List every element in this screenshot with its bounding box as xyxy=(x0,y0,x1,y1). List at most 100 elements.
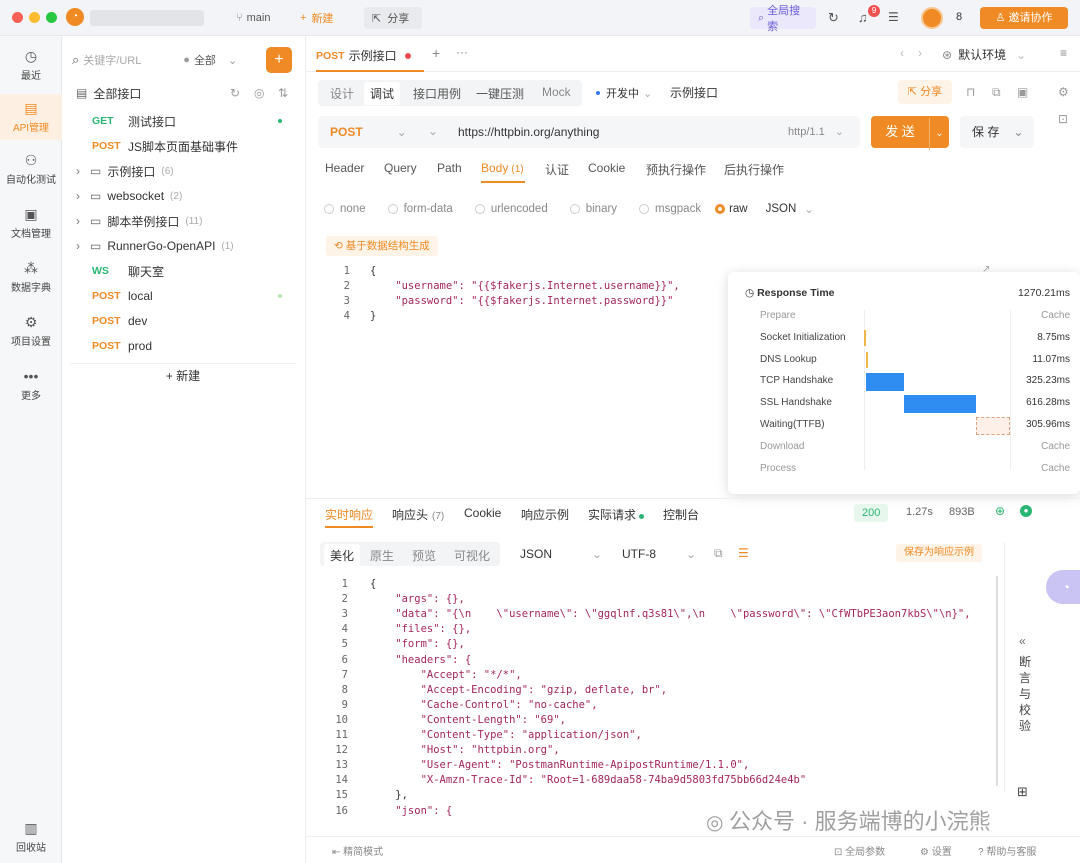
global-search-button[interactable]: ⌕ 全局搜索 xyxy=(750,5,816,33)
globe-icon[interactable]: ⊕ xyxy=(995,504,1005,518)
environment-settings-icon[interactable]: ≡ xyxy=(1060,46,1067,60)
resp-code-line[interactable]: "form": {}, xyxy=(370,638,465,650)
search-input[interactable]: 关键字/URL xyxy=(83,52,183,68)
assistant-float-button[interactable]: ◔ xyxy=(1046,570,1080,604)
radio-msgpack[interactable] xyxy=(639,204,650,214)
resp-tab-actual-request[interactable]: 实际请求 xyxy=(588,506,645,523)
radio-form-data[interactable] xyxy=(387,204,398,214)
subtab-stress[interactable]: 一键压测 xyxy=(476,85,524,102)
resp-code-line[interactable]: "args": {}, xyxy=(370,593,465,605)
tree-folder-scripts[interactable]: › ▭ 脚本举例接口 (11) xyxy=(76,209,316,233)
nav-api-management[interactable]: ▤ API管理 xyxy=(0,94,62,140)
encoding-select[interactable]: UTF-8 ⌄ xyxy=(622,547,696,561)
layout-icon[interactable]: ⊞ xyxy=(1017,784,1028,800)
method-select[interactable]: POST ⌄ xyxy=(318,116,412,148)
subtab-mock[interactable]: Mock xyxy=(542,85,571,99)
resp-code-line[interactable]: "X-Amzn-Trace-Id": "Root=1-689daa58-74ba… xyxy=(370,774,807,786)
radio-urlencoded[interactable] xyxy=(474,204,485,214)
send-button[interactable]: 发 送 ⌄ xyxy=(871,116,949,150)
save-button[interactable]: 保 存 ⌄ xyxy=(960,116,1034,148)
tree-item-ws-chat[interactable]: WS 聊天室 xyxy=(92,259,332,283)
view-visual[interactable]: 可视化 xyxy=(454,547,490,564)
view-preview[interactable]: 预览 xyxy=(412,547,436,564)
resp-tab-headers[interactable]: 响应头 (7) xyxy=(392,506,444,523)
nav-recent[interactable]: ◷ 最近 xyxy=(0,46,62,86)
share-tab-button[interactable]: ⇱ 分享 xyxy=(364,7,422,29)
view-raw[interactable]: 原生 xyxy=(370,547,394,564)
req-code-line[interactable]: { xyxy=(370,265,376,277)
api-name-title[interactable]: 示例接口 xyxy=(670,84,718,101)
tree-item-get-test[interactable]: GET 测试接口 xyxy=(92,109,332,133)
message-icon[interactable]: ☰ xyxy=(888,10,899,24)
invite-button[interactable]: ♙ 邀请协作 xyxy=(980,7,1068,29)
add-api-button[interactable]: + xyxy=(266,47,292,73)
view-pretty[interactable]: 美化 xyxy=(324,544,361,567)
nav-trash[interactable]: ▥ 回收站 xyxy=(0,820,62,860)
radio-binary[interactable] xyxy=(569,204,580,214)
avatar[interactable] xyxy=(921,7,943,29)
resp-tab-console[interactable]: 控制台 xyxy=(663,506,699,523)
resp-tab-cookie[interactable]: Cookie xyxy=(464,506,501,520)
close-window-button[interactable] xyxy=(12,12,23,23)
sort-icon[interactable]: ⇅ xyxy=(278,86,288,100)
editor-scrollbar[interactable] xyxy=(996,576,998,786)
nav-more[interactable]: ••• 更多 xyxy=(0,368,62,408)
resp-tab-example[interactable]: 响应示例 xyxy=(521,506,569,523)
tree-root[interactable]: ▤ 全部接口 ↻ ◎ ⇅ xyxy=(76,81,316,105)
tree-item-post-dev[interactable]: POST dev xyxy=(92,309,332,333)
resp-code-line[interactable]: { xyxy=(370,578,376,590)
url-input[interactable]: https://httpbin.org/anything xyxy=(458,125,599,139)
global-params-button[interactable]: ⊡ 全局参数 xyxy=(834,843,885,858)
copy-icon[interactable]: ⧉ xyxy=(714,546,723,561)
resp-code-line[interactable]: "Content-Length": "69", xyxy=(370,714,566,726)
new-tab-button[interactable]: + 新建 xyxy=(292,7,341,29)
req-tab-query[interactable]: Query xyxy=(384,161,417,175)
format-icon[interactable]: ☰ xyxy=(738,546,749,560)
resp-code-line[interactable]: "Accept": "*/*", xyxy=(370,669,522,681)
subtab-design[interactable]: 设计 xyxy=(330,85,354,102)
share-button[interactable]: ⇱ 分享 xyxy=(898,80,952,104)
resp-code-line[interactable]: "data": "{\n \"username\": \"ggqlnf.q3s8… xyxy=(370,608,970,620)
tree-item-post-js[interactable]: POST JS脚本页面基础事件 xyxy=(92,134,332,158)
format-select[interactable]: JSON ⌄ xyxy=(520,547,602,561)
project-name[interactable] xyxy=(90,10,204,26)
minimize-window-button[interactable] xyxy=(29,12,40,23)
compact-mode-toggle[interactable]: ⇤ 精简模式 xyxy=(332,843,383,858)
subtab-cases[interactable]: 接口用例 xyxy=(413,85,461,102)
req-tab-body[interactable]: Body (1) xyxy=(481,161,524,175)
req-tab-pre-script[interactable]: 预执行操作 xyxy=(646,161,706,178)
maximize-window-button[interactable] xyxy=(46,12,57,23)
resp-code-line[interactable]: "Content-Type": "application/json", xyxy=(370,729,642,741)
settings-icon[interactable]: ⚙ xyxy=(1058,85,1069,99)
search-box[interactable]: ⌕ 关键字/URL ● 全部 ⌄ xyxy=(72,48,258,72)
save-as-example-button[interactable]: 保存为响应示例 xyxy=(896,544,982,562)
response-time[interactable]: 1.27s xyxy=(906,506,933,518)
share-response-icon[interactable]: ● xyxy=(1020,505,1032,517)
copy-icon[interactable]: ⧉ xyxy=(992,85,1001,100)
settings-button[interactable]: ⚙ 设置 xyxy=(920,843,952,858)
resp-code-line[interactable]: "json": { xyxy=(370,805,452,817)
arrow-left-icon[interactable]: ‹ xyxy=(900,46,904,60)
subtab-debug[interactable]: 调试 xyxy=(364,82,401,105)
new-item-button[interactable]: + 新建 xyxy=(70,363,296,387)
chevron-down-icon[interactable]: ⌄ xyxy=(929,118,949,150)
resp-code-line[interactable]: "headers": { xyxy=(370,654,471,666)
status-select[interactable]: 开发中 ⌄ xyxy=(596,85,652,101)
tree-item-post-local[interactable]: POST local xyxy=(92,284,332,308)
expand-icon[interactable]: ⊡ xyxy=(1058,112,1068,126)
radio-none[interactable] xyxy=(324,204,334,214)
branch-selector[interactable]: ⑂ main xyxy=(228,7,278,29)
resp-code-line[interactable]: "Host": "httpbin.org", xyxy=(370,744,560,756)
req-tab-header[interactable]: Header xyxy=(325,161,364,175)
environment-select[interactable]: ⊛ 默认环境 ⌄ xyxy=(942,46,1026,63)
req-code-line[interactable]: "password": "{{$fakerjs.Internet.passwor… xyxy=(370,295,673,307)
locate-icon[interactable]: ◎ xyxy=(254,86,264,100)
resp-code-line[interactable]: }, xyxy=(370,789,408,801)
generate-from-schema-button[interactable]: ⟲ 基于数据结构生成 xyxy=(326,236,438,256)
assert-panel-tab[interactable]: « 断言与校验 ⊞ xyxy=(1004,542,1044,799)
req-code-line[interactable]: "username": "{{$fakerjs.Internet.usernam… xyxy=(370,280,679,292)
more-icon[interactable]: ··· xyxy=(456,45,468,59)
req-tab-cookie[interactable]: Cookie xyxy=(588,161,625,175)
radio-raw[interactable] xyxy=(715,204,726,214)
lock-icon[interactable]: ⊓ xyxy=(966,85,975,99)
